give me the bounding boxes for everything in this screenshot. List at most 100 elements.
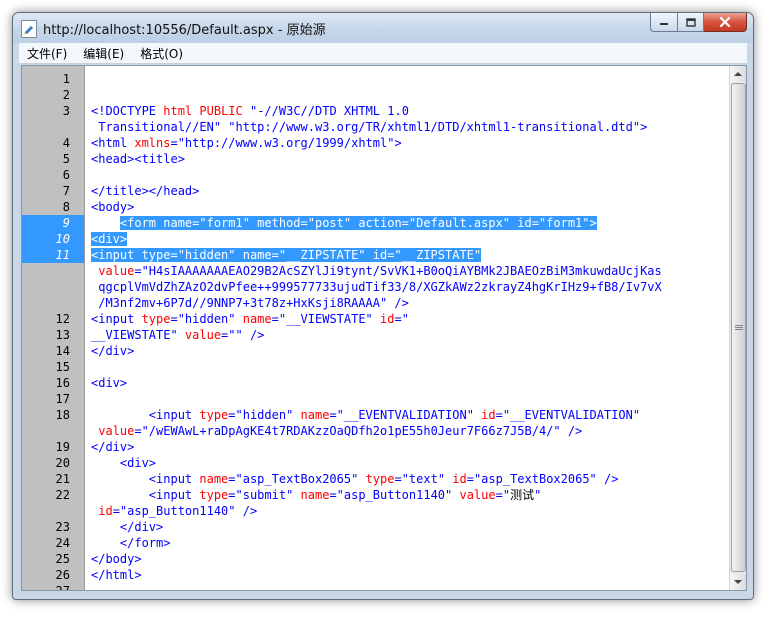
scrollbar-thumb[interactable]: [731, 83, 746, 572]
title-bar[interactable]: http://localhost:10556/Default.aspx - 原始…: [13, 13, 753, 43]
maximize-icon: [685, 17, 696, 27]
code-token: ="" />: [221, 328, 265, 342]
maximize-button[interactable]: [678, 13, 704, 32]
page-icon: [21, 20, 37, 38]
code-token: ="__EVENTVALIDATION": [329, 408, 482, 422]
code-line: <input type="hidden" name="__EVENTVALIDA…: [91, 407, 729, 423]
code-token: ="asp_Button1140" />: [112, 504, 258, 518]
code-token: ="asp_Button1140": [329, 488, 460, 502]
line-number: [22, 119, 84, 135]
code-token: =": [394, 312, 409, 326]
line-number: 3: [62, 104, 70, 118]
line-number: [22, 503, 84, 519]
code-line: __VIEWSTATE" value="" />: [91, 327, 729, 343]
code-line: </title></head>: [91, 183, 729, 199]
code-token: /M3nf2mv+6P7d//9NNP7+3t78z+HxKsji8RAAAA"…: [91, 296, 409, 310]
code-token: <input: [91, 488, 200, 502]
scroll-up-button[interactable]: [730, 66, 746, 82]
code-token: <head><title>: [91, 152, 185, 166]
line-number: 23: [55, 520, 70, 534]
minimize-icon: [660, 23, 668, 25]
code-token: Transitional//EN" "http://www.w3.org/TR/…: [91, 120, 648, 134]
code-token: ="http://www.w3.org/1999/xhtml">: [170, 136, 402, 150]
code-line: </div>: [91, 343, 729, 359]
code-line: <input name="asp_TextBox2065" type="text…: [91, 471, 729, 487]
scroll-down-button[interactable]: [730, 574, 746, 590]
code-line: <!DOCTYPE html PUBLIC "-//W3C//DTD XHTML…: [91, 103, 729, 119]
code-token: =": [495, 488, 511, 502]
line-number: 9: [22, 215, 84, 231]
code-token: ="__EVENTVALIDATION": [495, 408, 641, 422]
code-token: type: [199, 488, 229, 502]
code-token: 测试: [510, 488, 535, 502]
code-token: ="asp_TextBox2065" />: [466, 472, 619, 486]
source-window: http://localhost:10556/Default.aspx - 原始…: [12, 12, 754, 600]
code-token: </div>: [91, 520, 164, 534]
selected-text: <div>: [91, 232, 128, 246]
code-line: </div>: [91, 519, 729, 535]
line-number-gutter: 1 2 3 4 5 6 7 8 9 10 11 12 13 14 15 16 17 18 19 20 21 22 23 24 2…: [22, 66, 85, 590]
menu-file[interactable]: 文件(F): [19, 45, 75, 62]
scroll-down-icon: [734, 580, 742, 584]
menu-format[interactable]: 格式(O): [132, 45, 191, 62]
line-number: 24: [55, 536, 70, 550]
code-token: <div>: [91, 376, 128, 390]
code-token: <input: [91, 472, 200, 486]
code-token: type: [199, 408, 229, 422]
line-number: 27: [55, 584, 70, 591]
code-token: ="asp_TextBox2065": [228, 472, 366, 486]
code-line: </body>: [91, 551, 729, 567]
code-token: <input: [91, 408, 200, 422]
code-line: <div>: [91, 231, 729, 247]
menu-edit[interactable]: 编辑(E): [75, 45, 132, 62]
code-line: qgcplVmVdZhZAzO2dvPfee++999577733ujudTif…: [91, 279, 729, 295]
code-token: name: [242, 312, 272, 326]
line-number: [22, 279, 84, 295]
code-token: name: [300, 408, 330, 422]
source-editor[interactable]: 1 2 3 4 5 6 7 8 9 10 11 12 13 14 15 16 17 18 19 20 21 22 23 24 2…: [21, 65, 747, 591]
code-token: ="__VIEWSTATE": [271, 312, 381, 326]
code-line: <div>: [91, 455, 729, 471]
code-token: xmlns: [134, 136, 171, 150]
code-line: Transitional//EN" "http://www.w3.org/TR/…: [91, 119, 729, 135]
line-number: 21: [55, 472, 70, 486]
line-number: 5: [62, 152, 70, 166]
code-token: name: [199, 472, 229, 486]
code-token: html: [163, 104, 193, 118]
code-token: </html>: [91, 568, 142, 582]
selected-text: <input type="hidden" name="__ZIPSTATE" i…: [91, 248, 482, 262]
code-token: ="/wEWAwL+raDpAgKE4t7RDAKzzOaQDfh2o1pE55…: [134, 424, 583, 438]
scroll-up-icon: [734, 72, 742, 76]
code-token: ="text": [394, 472, 453, 486]
vertical-scrollbar[interactable]: [729, 66, 746, 590]
line-number: [22, 295, 84, 311]
caption-buttons: [650, 13, 747, 32]
code-token: </form>: [91, 536, 171, 550]
line-number: 19: [55, 440, 70, 454]
minimize-button[interactable]: [650, 13, 678, 32]
line-number: 8: [62, 200, 70, 214]
code-line: <input type="submit" name="asp_Button114…: [91, 487, 729, 503]
code-token: <form name="form1" method="post" action=…: [119, 216, 597, 230]
line-number: [22, 263, 84, 279]
line-number: 18: [55, 408, 70, 422]
close-button[interactable]: [704, 13, 747, 32]
code-token: id: [481, 408, 496, 422]
line-number: 14: [55, 344, 70, 358]
code-line: <input type="hidden" name="__VIEWSTATE" …: [91, 311, 729, 327]
code-area[interactable]: <!DOCTYPE html PUBLIC "-//W3C//DTD XHTML…: [85, 66, 729, 590]
code-token: value: [91, 424, 135, 438]
line-number: 17: [55, 392, 70, 406]
code-line: value="H4sIAAAAAAAEAO29B2AcSZYlJi9tynt/S…: [91, 263, 729, 279]
code-line: <form name="form1" method="post" action=…: [91, 215, 729, 231]
code-line: <input type="hidden" name="__ZIPSTATE" i…: [91, 247, 729, 263]
window-title: http://localhost:10556/Default.aspx - 原始…: [43, 23, 326, 38]
code-token: value: [184, 328, 222, 342]
code-token: <!DOCTYPE: [91, 104, 164, 118]
code-line: /M3nf2mv+6P7d//9NNP7+3t78z+HxKsji8RAAAA"…: [91, 295, 729, 311]
selected-text: <form name="form1" method="post" action=…: [119, 216, 597, 230]
